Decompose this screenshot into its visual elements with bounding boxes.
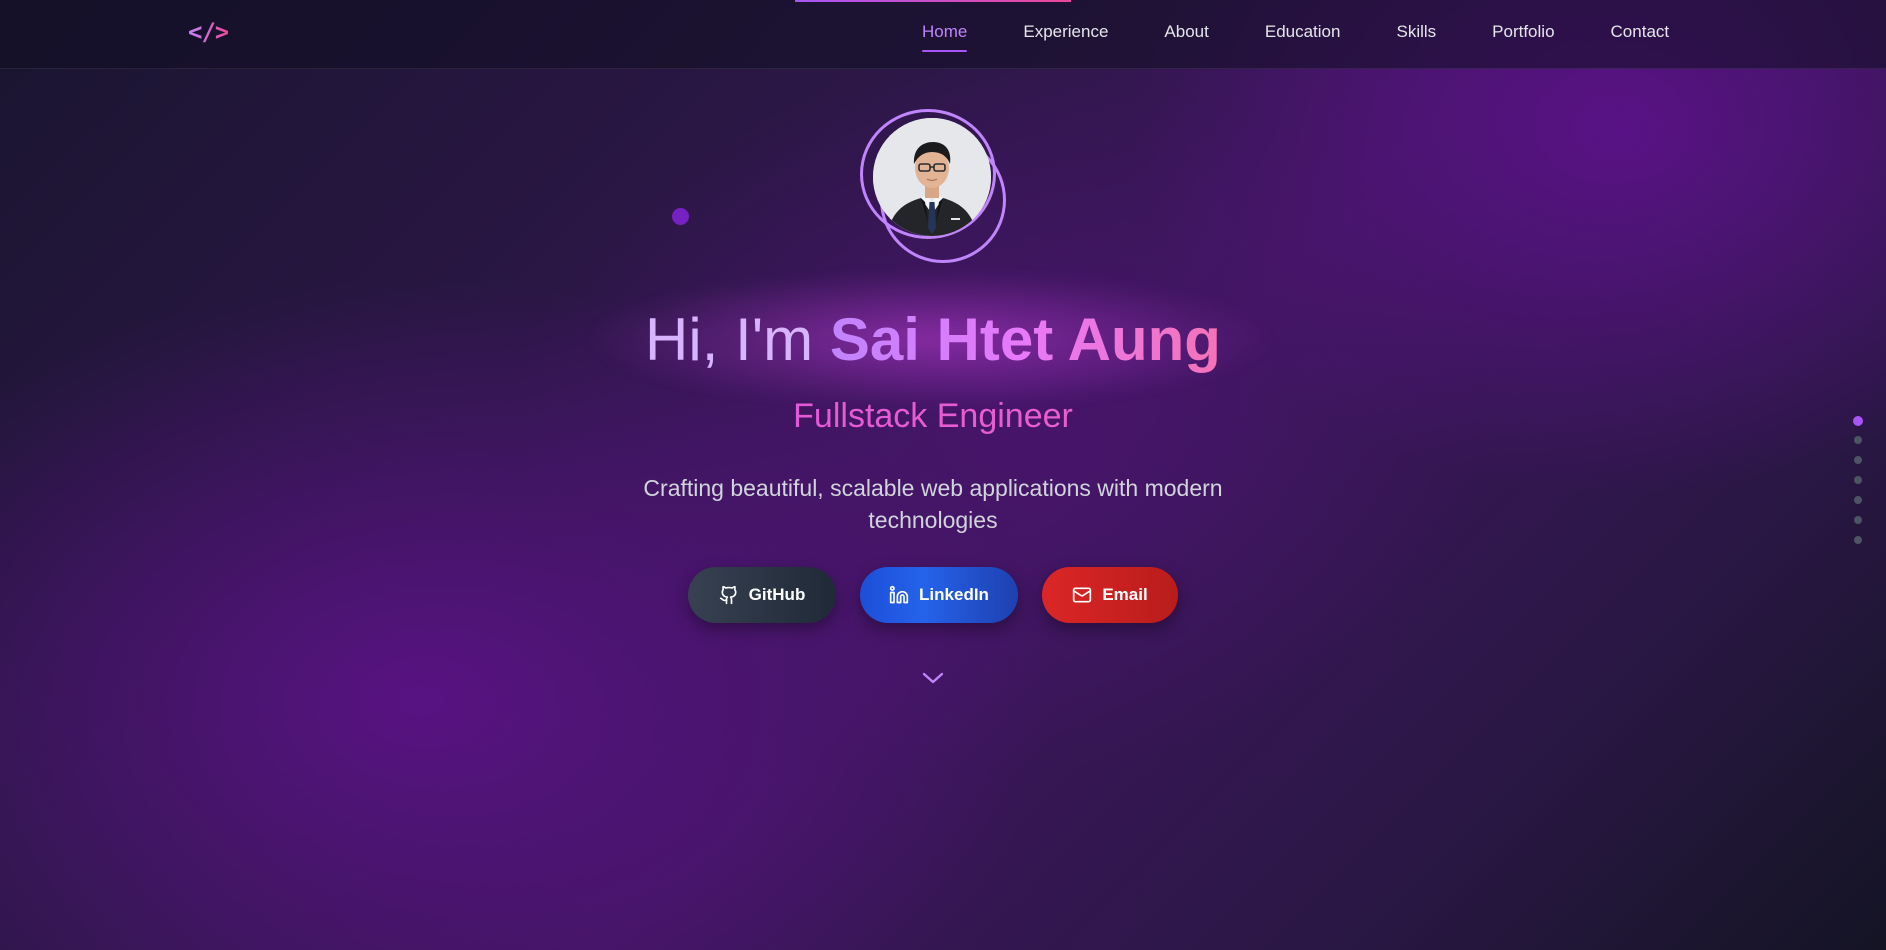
hero-headline: Hi, I'm Sai Htet Aung xyxy=(0,304,1866,376)
github-button[interactable]: GitHub xyxy=(688,567,836,623)
linkedin-button[interactable]: LinkedIn xyxy=(860,567,1018,623)
section-dot-home[interactable] xyxy=(1853,416,1863,426)
hero-greeting: Hi, I'm xyxy=(645,306,830,373)
github-icon xyxy=(719,585,739,605)
scroll-progress-bar xyxy=(795,0,1071,2)
email-button-label: Email xyxy=(1102,585,1148,604)
section-dot-portfolio[interactable] xyxy=(1854,516,1862,524)
nav-contact[interactable]: Contact xyxy=(1611,22,1670,52)
linkedin-button-label: LinkedIn xyxy=(919,585,989,604)
nav-experience[interactable]: Experience xyxy=(1023,22,1108,52)
github-button-label: GitHub xyxy=(748,585,806,604)
section-dot-education[interactable] xyxy=(1854,476,1862,484)
site-logo[interactable]: </> xyxy=(188,18,229,46)
nav-about[interactable]: About xyxy=(1164,22,1208,52)
decorative-dot xyxy=(672,208,689,225)
linkedin-icon xyxy=(889,585,909,605)
nav-portfolio[interactable]: Portfolio xyxy=(1492,22,1554,52)
section-dot-about[interactable] xyxy=(1854,456,1862,464)
email-button[interactable]: Email xyxy=(1042,567,1178,623)
top-navigation-bar: </> Home Experience About Education Skil… xyxy=(0,0,1886,69)
nav-home[interactable]: Home xyxy=(922,22,968,52)
chevron-down-icon[interactable] xyxy=(920,668,946,688)
portfolio-page: </> Home Experience About Education Skil… xyxy=(0,0,1886,950)
hero-role: Fullstack Engineer xyxy=(0,397,1866,436)
section-dot-skills[interactable] xyxy=(1854,496,1862,504)
hero-name: Sai Htet Aung xyxy=(829,306,1221,373)
section-indicator xyxy=(1852,416,1864,556)
hero-section: Hi, I'm Sai Htet Aung Fullstack Engineer… xyxy=(0,69,1886,950)
profile-photo-icon xyxy=(873,118,991,236)
nav-education[interactable]: Education xyxy=(1265,22,1341,52)
avatar-frame xyxy=(860,109,1010,269)
nav-skills[interactable]: Skills xyxy=(1396,22,1436,52)
section-dot-experience[interactable] xyxy=(1854,436,1862,444)
social-buttons: GitHub LinkedIn Email xyxy=(688,567,1178,623)
section-dot-contact[interactable] xyxy=(1854,536,1862,544)
mail-icon xyxy=(1072,585,1092,605)
main-nav: Home Experience About Education Skills P… xyxy=(922,22,1669,52)
avatar xyxy=(873,118,991,236)
hero-tagline: Crafting beautiful, scalable web applica… xyxy=(643,475,1223,533)
